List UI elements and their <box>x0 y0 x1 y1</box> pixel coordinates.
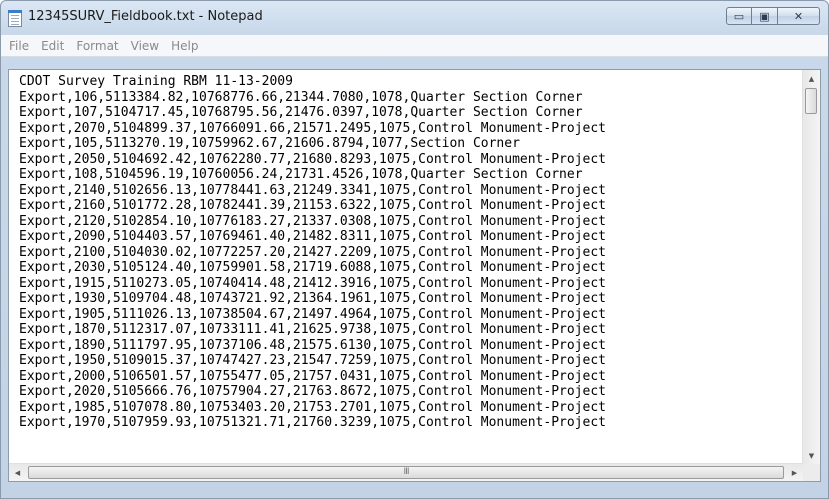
text-line: Export,1930,5109704.48,10743721.92,21364… <box>19 291 606 306</box>
text-line: Export,105,5113270.19,10759962.67,21606.… <box>19 136 520 151</box>
text-line: Export,1970,5107959.93,10751321.71,21760… <box>19 415 606 430</box>
window-title: 12345SURV_Fieldbook.txt - Notepad <box>28 9 263 24</box>
scroll-right-arrow-icon[interactable]: ▶ <box>786 464 803 481</box>
text-line: Export,2120,5102854.10,10776183.27,21337… <box>19 213 606 229</box>
text-editor[interactable]: CDOT Survey Training RBM 11-13-2009 Expor… <box>9 70 803 464</box>
scroll-left-arrow-icon[interactable]: ◀ <box>9 464 26 481</box>
notepad-window: 12345SURV_Fieldbook.txt - Notepad ▭ ▣ ✕ … <box>0 0 829 499</box>
text-line: Export,2140,5102656.13,10778441.63,21249… <box>19 182 606 198</box>
text-line: CDOT Survey Training RBM 11-13-2009 <box>19 74 293 89</box>
scroll-up-arrow-icon[interactable]: ▲ <box>803 70 820 87</box>
text-line: Export,1915,5110273.05,10740414.48,21412… <box>19 275 606 291</box>
maximize-icon: ▣ <box>759 9 770 23</box>
minimize-button[interactable]: ▭ <box>726 7 752 25</box>
scroll-grip-icon: III <box>403 467 410 477</box>
vertical-scrollbar[interactable]: ▲ ▼ <box>802 70 820 464</box>
menu-view[interactable]: View <box>125 39 165 53</box>
maximize-button[interactable]: ▣ <box>752 7 778 25</box>
menu-bar: File Edit Format View Help <box>1 35 828 57</box>
scroll-down-arrow-icon[interactable]: ▼ <box>803 447 820 464</box>
minimize-icon: ▭ <box>733 9 745 23</box>
close-button[interactable]: ✕ <box>778 7 820 25</box>
editor-client-area: CDOT Survey Training RBM 11-13-2009 Expor… <box>8 69 821 482</box>
menu-help[interactable]: Help <box>165 39 204 53</box>
text-line: Export,107,5104717.45,10768795.56,21476.… <box>19 105 583 120</box>
scrollbar-corner <box>803 464 820 481</box>
caption-buttons: ▭ ▣ ✕ <box>726 7 820 26</box>
text-line: Export,2020,5105666.76,10757904.27,21763… <box>19 384 606 399</box>
text-line: Export,1870,5112317.07,10733111.41,21625… <box>19 322 606 337</box>
menu-edit[interactable]: Edit <box>35 39 70 53</box>
text-line: Export,1905,5111026.13,10738504.67,21497… <box>19 306 606 322</box>
text-line: Export,2030,5105124.40,10759901.58,21719… <box>19 260 606 275</box>
text-line: Export,2070,5104899.37,10766091.66,21571… <box>19 120 606 136</box>
text-line: Export,2050,5104692.42,10762280.77,21680… <box>19 151 606 167</box>
notepad-app-icon[interactable] <box>8 10 22 27</box>
text-line: Export,1890,5111797.95,10737106.48,21575… <box>19 337 606 353</box>
text-line: Export,2160,5101772.28,10782441.39,21153… <box>19 198 606 213</box>
menu-format[interactable]: Format <box>70 39 124 53</box>
title-bar[interactable]: 12345SURV_Fieldbook.txt - Notepad ▭ ▣ ✕ <box>1 1 828 35</box>
text-line: Export,106,5113384.82,10768776.66,21344.… <box>19 89 583 105</box>
text-line: Export,108,5104596.19,10760056.24,21731.… <box>19 167 583 182</box>
text-line: Export,2000,5106501.57,10755477.05,21757… <box>19 368 606 384</box>
text-line: Export,2100,5104030.02,10772257.20,21427… <box>19 244 606 260</box>
vertical-scroll-thumb[interactable] <box>805 88 817 114</box>
text-line: Export,1950,5109015.37,10747427.23,21547… <box>19 353 606 368</box>
close-icon: ✕ <box>793 9 804 23</box>
text-line: Export,1985,5107078.80,10753403.20,21753… <box>19 399 606 415</box>
horizontal-scrollbar[interactable]: ◀ III ▶ <box>9 463 803 481</box>
horizontal-scroll-thumb[interactable]: III <box>28 466 784 479</box>
menu-file[interactable]: File <box>1 39 35 53</box>
text-line: Export,2090,5104403.57,10769461.40,21482… <box>19 229 606 244</box>
